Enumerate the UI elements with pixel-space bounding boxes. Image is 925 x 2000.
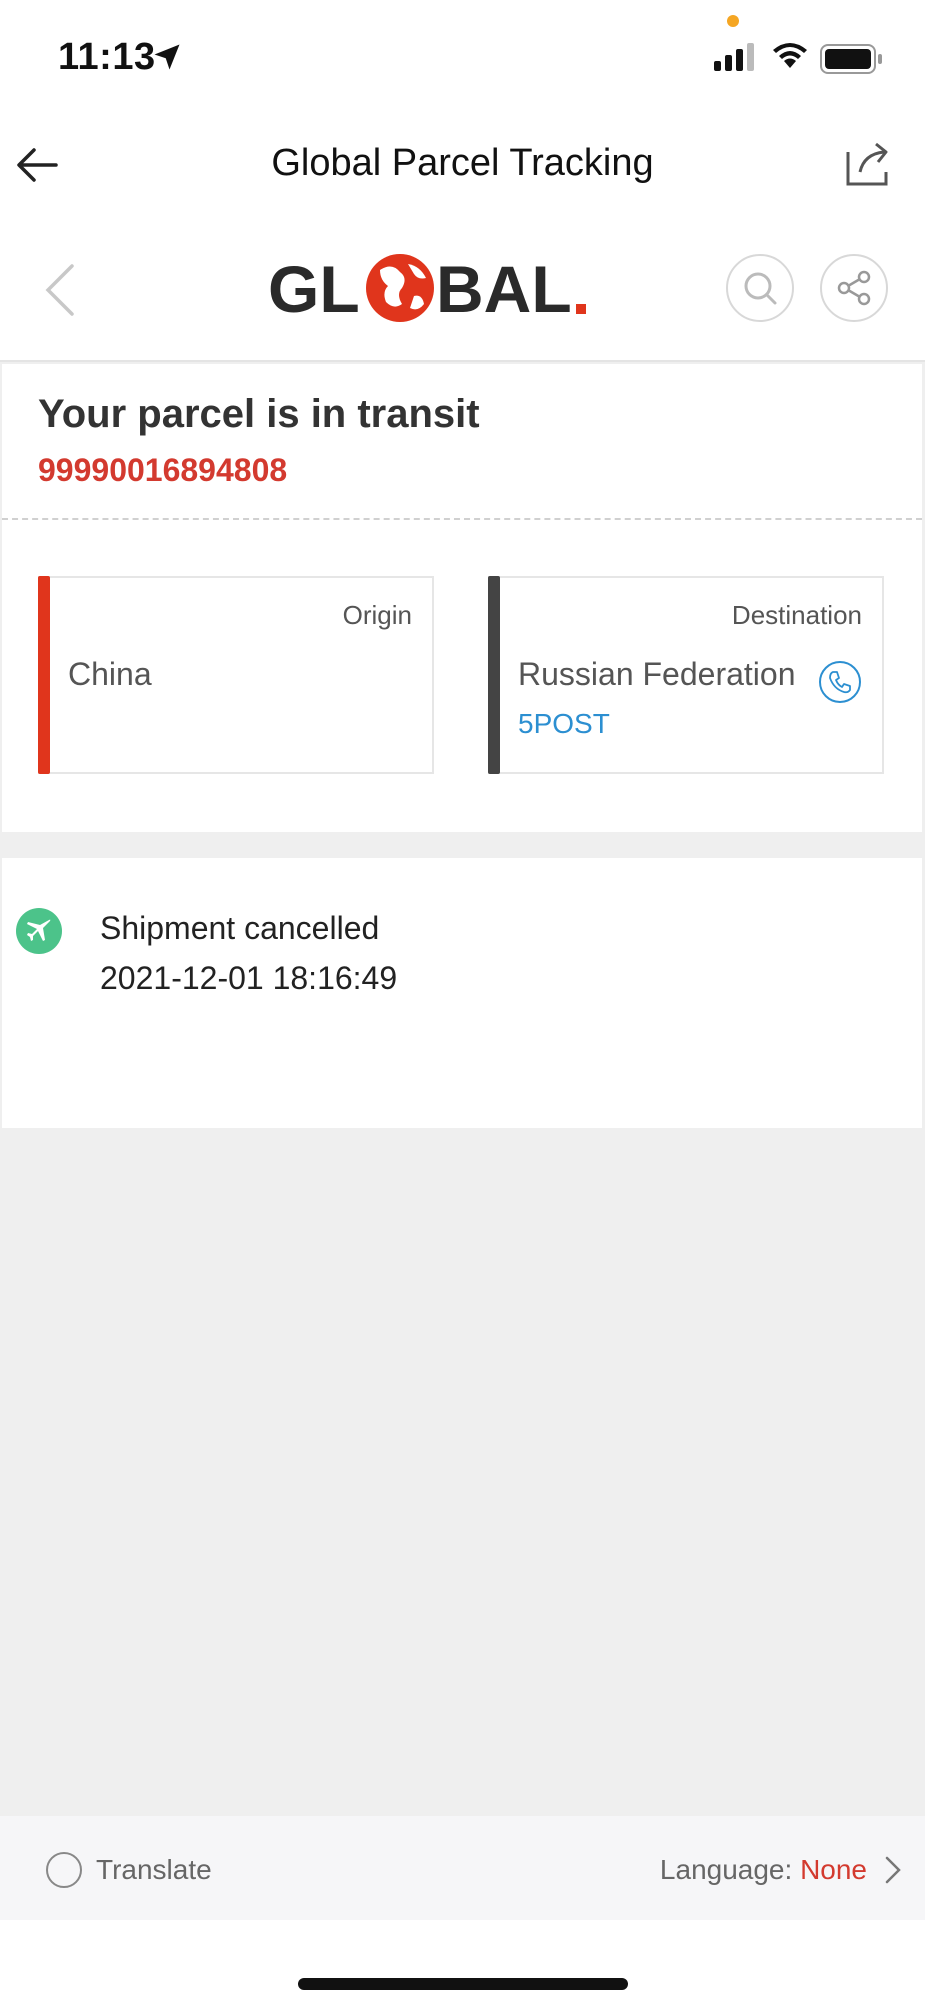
chevron-left-icon[interactable]	[40, 260, 80, 320]
brand-header: GL BAL	[0, 220, 925, 362]
page-title: Global Parcel Tracking	[271, 142, 654, 184]
origin-label: Origin	[342, 600, 412, 630]
destination-label: Destination	[731, 600, 862, 630]
phone-icon[interactable]	[818, 660, 862, 704]
origin-card: Origin China	[38, 576, 434, 774]
share-icon	[837, 270, 871, 306]
wifi-icon	[773, 43, 807, 68]
home-indicator[interactable]	[298, 1978, 628, 1990]
battery-icon	[820, 44, 882, 74]
language-value: None	[800, 1854, 867, 1885]
destination-accent-bar	[488, 576, 500, 774]
share-external-icon[interactable]	[842, 138, 894, 190]
destination-country: Russian Federation	[518, 656, 796, 692]
cellular-signal-icon	[714, 43, 754, 71]
tracking-number: 99990016894808	[38, 452, 288, 488]
event-status: Shipment cancelled	[100, 910, 380, 946]
origin-accent-bar	[38, 576, 50, 774]
translate-radio[interactable]	[46, 1852, 82, 1888]
translate-footer: Translate Language: None	[0, 1816, 925, 1920]
translate-label[interactable]: Translate	[96, 1854, 212, 1886]
language-selector[interactable]: Language: None	[660, 1854, 867, 1886]
tracking-events: Shipment cancelled 2021-12-01 18:16:49	[2, 858, 922, 1128]
carrier-link[interactable]: 5POST	[518, 708, 610, 740]
dashed-divider	[2, 518, 922, 520]
svg-text:BAL: BAL	[436, 252, 572, 326]
status-time: 11:13	[58, 36, 156, 78]
location-arrow-icon	[154, 44, 180, 70]
navigation-bar: Global Parcel Tracking	[0, 110, 925, 220]
search-icon	[744, 272, 777, 305]
tracking-summary: Your parcel is in transit 99990016894808…	[2, 364, 922, 832]
plane-icon	[16, 908, 62, 954]
search-button[interactable]	[726, 254, 794, 322]
destination-card: Destination Russian Federation 5POST	[488, 576, 884, 774]
origin-country: China	[68, 656, 152, 692]
status-bar: 11:13	[0, 0, 925, 110]
language-label: Language:	[659, 1854, 793, 1885]
event-timestamp: 2021-12-01 18:16:49	[100, 960, 398, 996]
share-button[interactable]	[820, 254, 888, 322]
home-area	[0, 1920, 925, 2000]
chevron-right-icon[interactable]	[881, 1854, 905, 1886]
privacy-indicator-dot	[727, 15, 739, 27]
status-headline: Your parcel is in transit	[38, 392, 480, 436]
global-logo: GL BAL	[268, 252, 586, 326]
svg-text:GL: GL	[268, 252, 360, 326]
